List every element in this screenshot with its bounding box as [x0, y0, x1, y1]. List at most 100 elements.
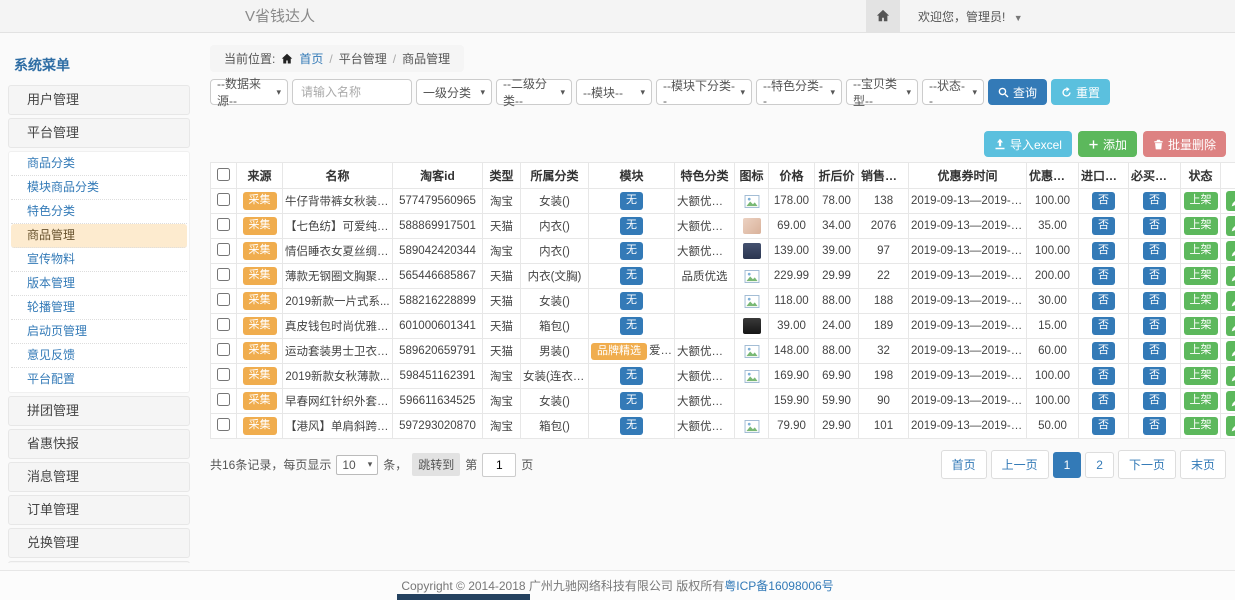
last-page-button[interactable]: 末页: [1180, 450, 1226, 479]
sidebar-group-14[interactable]: 消息管理: [8, 462, 190, 492]
import-select-badge[interactable]: 否: [1092, 192, 1115, 209]
icp-link[interactable]: 粤ICP备16098006号: [724, 577, 833, 594]
status-badge[interactable]: 上架: [1184, 367, 1218, 384]
page-button-2[interactable]: 2: [1085, 452, 1114, 478]
search-button[interactable]: 查询: [988, 79, 1047, 105]
batch-delete-button[interactable]: 批量删除: [1143, 131, 1226, 157]
filter-select-0[interactable]: 一级分类▾: [416, 79, 492, 105]
import-select-badge[interactable]: 否: [1092, 267, 1115, 284]
per-page-select[interactable]: 10 ▾: [336, 455, 378, 475]
import-select-badge[interactable]: 否: [1092, 367, 1115, 384]
sidebar-group-16[interactable]: 兑换管理: [8, 528, 190, 558]
prev-page-button[interactable]: 上一页: [991, 450, 1049, 479]
table-row: 采集2019新款女秋薄款...598451162391淘宝女装(连衣裙)无大额优…: [211, 364, 1235, 389]
sidebar-item-6[interactable]: 宣传物料: [11, 248, 187, 272]
filter-select-4[interactable]: --特色分类--▾: [756, 79, 842, 105]
import-select-badge[interactable]: 否: [1092, 317, 1115, 334]
import-select-badge[interactable]: 否: [1092, 242, 1115, 259]
reset-button[interactable]: 重置: [1051, 79, 1110, 105]
sidebar-group-1[interactable]: 平台管理: [8, 118, 190, 148]
breadcrumb-home-link[interactable]: 首页: [299, 50, 323, 67]
sidebar-group-17[interactable]: 佣金管理: [8, 561, 190, 563]
data-source-select[interactable]: --数据来源-- ▾: [210, 79, 288, 105]
add-button[interactable]: 添加: [1078, 131, 1137, 157]
must-buy-badge[interactable]: 否: [1143, 417, 1166, 434]
sidebar-item-8[interactable]: 轮播管理: [11, 296, 187, 320]
jump-button[interactable]: 跳转到: [412, 453, 460, 476]
must-buy-badge[interactable]: 否: [1143, 267, 1166, 284]
row-checkbox[interactable]: [217, 268, 230, 281]
edit-button[interactable]: [1226, 341, 1235, 361]
page-number-input[interactable]: [482, 453, 516, 477]
edit-button[interactable]: [1226, 291, 1235, 311]
discount-price: 34.00: [822, 220, 851, 232]
status-badge[interactable]: 上架: [1184, 292, 1218, 309]
row-checkbox[interactable]: [217, 243, 230, 256]
row-checkbox[interactable]: [217, 343, 230, 356]
row-checkbox[interactable]: [217, 293, 230, 306]
row-checkbox[interactable]: [217, 318, 230, 331]
edit-button[interactable]: [1226, 216, 1235, 236]
price: 169.90: [774, 370, 809, 382]
row-checkbox[interactable]: [217, 193, 230, 206]
sidebar-item-4[interactable]: 特色分类: [11, 200, 187, 224]
next-page-button[interactable]: 下一页: [1118, 450, 1176, 479]
sidebar-group-12[interactable]: 拼团管理: [8, 396, 190, 426]
name-search-input[interactable]: [292, 79, 412, 105]
must-buy-badge[interactable]: 否: [1143, 242, 1166, 259]
must-buy-badge[interactable]: 否: [1143, 392, 1166, 409]
row-checkbox[interactable]: [217, 368, 230, 381]
must-buy-badge[interactable]: 否: [1143, 192, 1166, 209]
status-badge[interactable]: 上架: [1184, 417, 1218, 434]
must-buy-badge[interactable]: 否: [1143, 342, 1166, 359]
import-select-badge[interactable]: 否: [1092, 342, 1115, 359]
filter-select-1[interactable]: --二级分类--▾: [496, 79, 572, 105]
status-badge[interactable]: 上架: [1184, 317, 1218, 334]
status-badge[interactable]: 上架: [1184, 217, 1218, 234]
sidebar-item-11[interactable]: 平台配置: [11, 368, 187, 392]
edit-button[interactable]: [1226, 366, 1235, 386]
sidebar-group-15[interactable]: 订单管理: [8, 495, 190, 525]
filter-select-2[interactable]: --模块--▾: [576, 79, 652, 105]
select-all-checkbox[interactable]: [217, 168, 230, 181]
row-checkbox[interactable]: [217, 393, 230, 406]
sidebar-group-0[interactable]: 用户管理: [8, 85, 190, 115]
status-badge[interactable]: 上架: [1184, 392, 1218, 409]
filter-select-3[interactable]: --模块下分类--▾: [656, 79, 752, 105]
must-buy-badge[interactable]: 否: [1143, 292, 1166, 309]
row-checkbox[interactable]: [217, 218, 230, 231]
shop-type: 天猫: [490, 221, 513, 233]
must-buy-badge[interactable]: 否: [1143, 367, 1166, 384]
home-button[interactable]: [866, 0, 900, 32]
edit-button[interactable]: [1226, 266, 1235, 286]
sidebar-item-7[interactable]: 版本管理: [11, 272, 187, 296]
sidebar-item-10[interactable]: 意见反馈: [11, 344, 187, 368]
edit-button[interactable]: [1226, 191, 1235, 211]
status-badge[interactable]: 上架: [1184, 342, 1218, 359]
sidebar-group-13[interactable]: 省惠快报: [8, 429, 190, 459]
status-badge[interactable]: 上架: [1184, 192, 1218, 209]
status-badge[interactable]: 上架: [1184, 242, 1218, 259]
import-select-badge[interactable]: 否: [1092, 217, 1115, 234]
first-page-button[interactable]: 首页: [941, 450, 987, 479]
import-select-badge[interactable]: 否: [1092, 417, 1115, 434]
filter-select-6[interactable]: --状态--▾: [922, 79, 984, 105]
import-excel-button[interactable]: 导入excel: [984, 131, 1072, 157]
edit-button[interactable]: [1226, 416, 1235, 436]
sidebar-item-9[interactable]: 启动页管理: [11, 320, 187, 344]
must-buy-badge[interactable]: 否: [1143, 217, 1166, 234]
import-select-badge[interactable]: 否: [1092, 392, 1115, 409]
filter-select-5[interactable]: --宝贝类型--▾: [846, 79, 918, 105]
page-button-1[interactable]: 1: [1053, 452, 1082, 478]
row-checkbox[interactable]: [217, 418, 230, 431]
sidebar-item-2[interactable]: 商品分类: [11, 152, 187, 176]
sidebar-item-5[interactable]: 商品管理: [11, 224, 187, 248]
user-menu[interactable]: 欢迎您，管理员! ▼: [918, 8, 1023, 25]
status-badge[interactable]: 上架: [1184, 267, 1218, 284]
must-buy-badge[interactable]: 否: [1143, 317, 1166, 334]
edit-button[interactable]: [1226, 391, 1235, 411]
import-select-badge[interactable]: 否: [1092, 292, 1115, 309]
edit-button[interactable]: [1226, 241, 1235, 261]
edit-button[interactable]: [1226, 316, 1235, 336]
sidebar-item-3[interactable]: 模块商品分类: [11, 176, 187, 200]
